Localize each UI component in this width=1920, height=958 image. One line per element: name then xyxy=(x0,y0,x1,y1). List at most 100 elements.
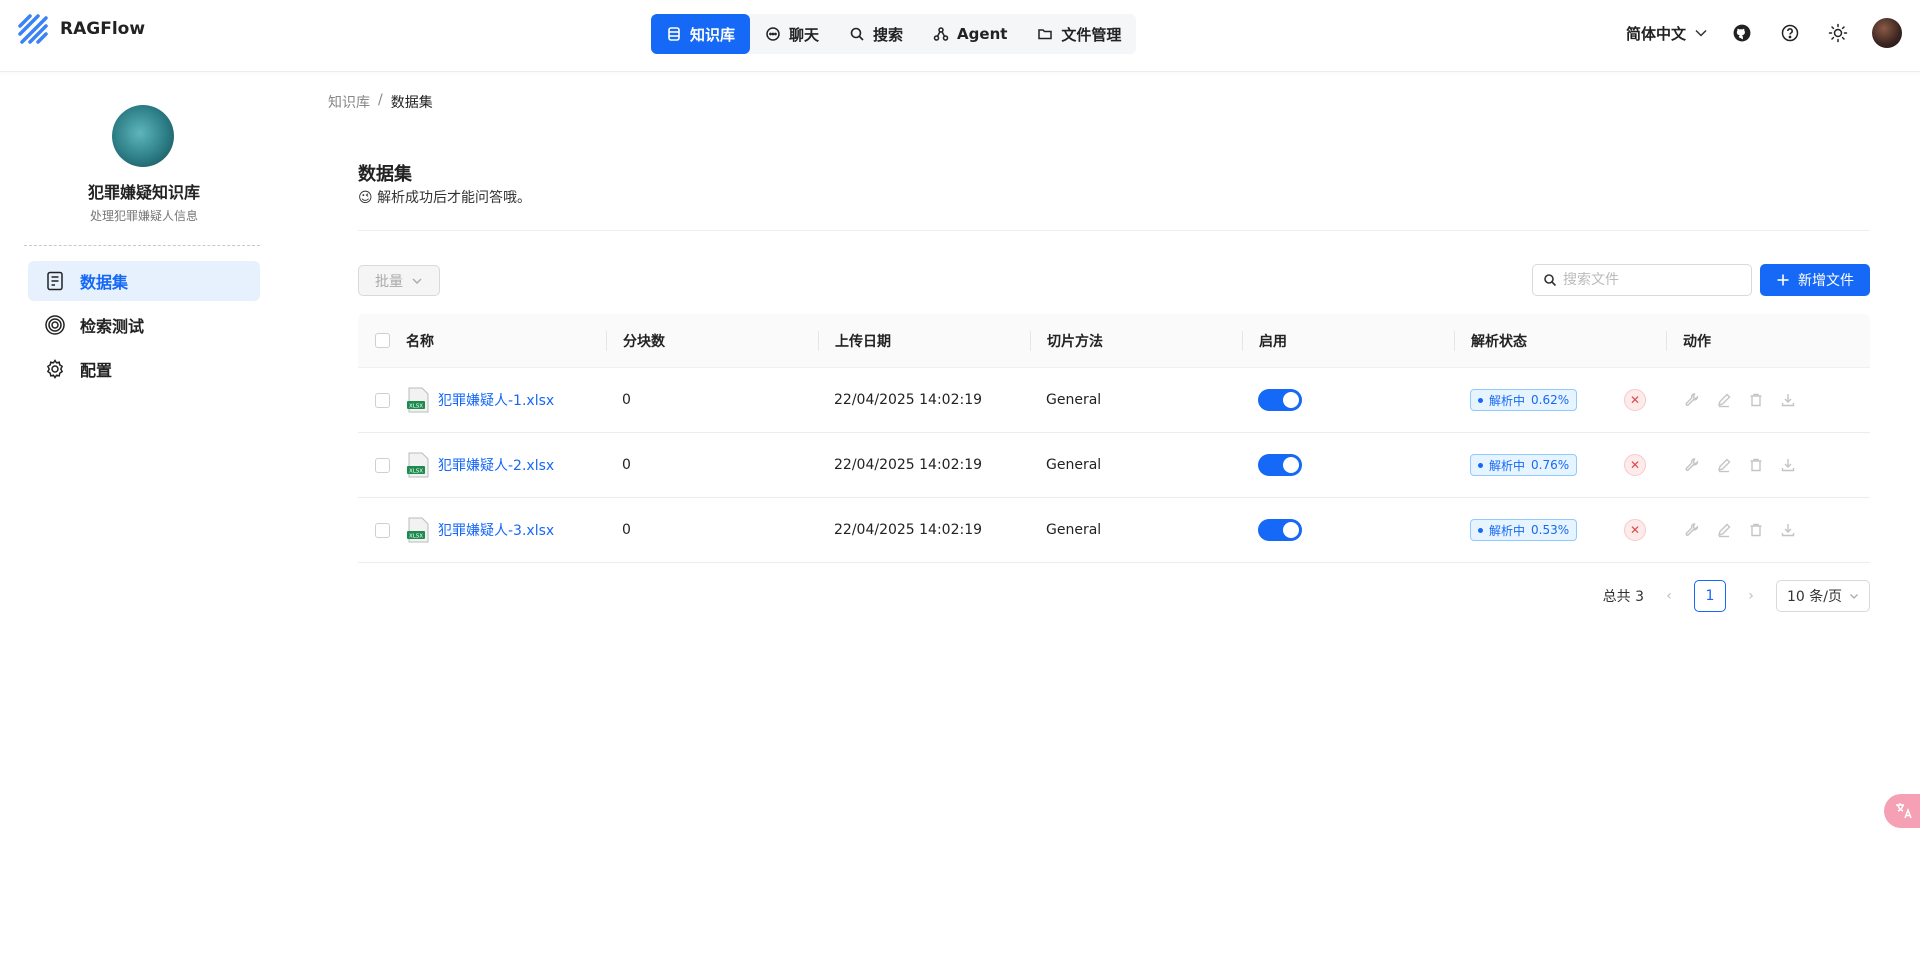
github-icon[interactable] xyxy=(1728,19,1756,47)
file-search-input[interactable] xyxy=(1563,272,1743,288)
svg-text:XLSX: XLSX xyxy=(409,534,423,540)
upload-date: 22/04/2025 14:02:19 xyxy=(834,522,983,538)
breadcrumb-separator: / xyxy=(378,92,383,108)
chevron-down-icon xyxy=(1850,594,1858,599)
nav-label: 文件管理 xyxy=(1061,25,1122,44)
column-header-name[interactable]: 名称 xyxy=(406,331,606,351)
help-icon[interactable] xyxy=(1776,19,1804,47)
column-header-upload-date[interactable]: 上传日期 xyxy=(818,330,1030,351)
page-title: 数据集 xyxy=(358,164,412,185)
edit-icon[interactable] xyxy=(1714,455,1734,475)
wrench-icon[interactable] xyxy=(1682,455,1702,475)
page-subtitle: 😉 解析成功后才能问答哦。 xyxy=(358,187,531,207)
parse-status-badge: 解析中 0.76% xyxy=(1470,454,1578,476)
top-header: RAGFlow 知识库 聊天 搜索 Agent 文件管理 简体中文 xyxy=(0,0,1920,72)
prev-page-icon[interactable]: ‹ xyxy=(1658,588,1680,604)
delete-icon[interactable] xyxy=(1746,520,1766,540)
sidebar-divider xyxy=(24,245,260,246)
pagination: 总共 3 ‹ 1 › 10 条/页 xyxy=(1603,580,1870,612)
nav-file-management[interactable]: 文件管理 xyxy=(1022,14,1136,54)
parse-status-badge: 解析中 0.53% xyxy=(1470,519,1578,541)
chunk-method: General xyxy=(1046,457,1102,473)
page-size-select[interactable]: 10 条/页 xyxy=(1776,580,1870,612)
app-logo[interactable]: RAGFlow xyxy=(16,12,145,46)
row-checkbox[interactable] xyxy=(374,457,390,473)
batch-label: 批量 xyxy=(375,273,403,290)
batch-button[interactable]: 批量 xyxy=(358,265,440,296)
nav-search[interactable]: 搜索 xyxy=(834,14,918,54)
download-icon[interactable] xyxy=(1778,520,1798,540)
nav-label: 搜索 xyxy=(873,25,904,44)
knowledge-base-name: 犯罪嫌疑知识库 xyxy=(87,183,200,202)
user-avatar[interactable] xyxy=(1872,18,1902,48)
upload-date: 22/04/2025 14:02:19 xyxy=(834,392,983,408)
search-icon xyxy=(850,27,864,41)
floating-translate-button[interactable] xyxy=(1884,794,1920,828)
download-icon[interactable] xyxy=(1778,390,1798,410)
column-header-parse-status[interactable]: 解析状态 xyxy=(1454,330,1666,351)
add-file-button[interactable]: 新增文件 xyxy=(1760,264,1870,296)
chunk-count: 0 xyxy=(622,392,631,408)
status-dot-icon xyxy=(1478,397,1483,403)
table-row: XLSX 犯罪嫌疑人-3.xlsx 0 22/04/2025 14:02:19 … xyxy=(358,498,1870,563)
title-divider xyxy=(358,230,1870,231)
cancel-parse-icon[interactable]: ✕ xyxy=(1624,454,1646,476)
sidebar-item-retrieval-test[interactable]: 检索测试 xyxy=(28,305,260,345)
column-header-chunks[interactable]: 分块数 xyxy=(606,330,818,351)
parse-status-text: 解析中 xyxy=(1489,393,1526,408)
enable-toggle[interactable] xyxy=(1258,454,1302,476)
chunk-count: 0 xyxy=(622,457,631,473)
edit-icon[interactable] xyxy=(1714,520,1734,540)
delete-icon[interactable] xyxy=(1746,390,1766,410)
table-header: 名称 分块数 上传日期 切片方法 启用 解析状态 动作 xyxy=(358,314,1870,368)
language-label: 简体中文 xyxy=(1625,24,1686,43)
file-name-link[interactable]: 犯罪嫌疑人-3.xlsx xyxy=(438,520,554,540)
row-checkbox[interactable] xyxy=(374,522,390,538)
column-header-chunk-method[interactable]: 切片方法 xyxy=(1030,330,1242,351)
page-number-button[interactable]: 1 xyxy=(1694,580,1726,612)
document-icon xyxy=(47,271,63,291)
cancel-parse-icon[interactable]: ✕ xyxy=(1624,519,1646,541)
nav-chat[interactable]: 聊天 xyxy=(750,14,834,54)
chat-icon xyxy=(766,27,780,41)
file-name-link[interactable]: 犯罪嫌疑人-1.xlsx xyxy=(438,390,554,410)
row-checkbox[interactable] xyxy=(374,392,390,408)
chunk-method: General xyxy=(1046,522,1102,538)
translate-icon xyxy=(1896,803,1912,819)
wrench-icon[interactable] xyxy=(1682,390,1702,410)
sidebar-item-config[interactable]: 配置 xyxy=(28,349,260,389)
breadcrumb-root[interactable]: 知识库 xyxy=(328,92,370,112)
parse-status-text: 解析中 xyxy=(1489,458,1526,473)
table-row: XLSX 犯罪嫌疑人-1.xlsx 0 22/04/2025 14:02:19 … xyxy=(358,368,1870,433)
nav-knowledge-base[interactable]: 知识库 xyxy=(651,14,751,54)
sidebar-item-dataset[interactable]: 数据集 xyxy=(28,261,260,301)
select-all-checkbox[interactable] xyxy=(374,333,390,348)
knowledge-base-avatar xyxy=(112,105,174,167)
page-size-value: 10 条/页 xyxy=(1787,589,1842,605)
column-header-enabled[interactable]: 启用 xyxy=(1242,330,1454,351)
delete-icon[interactable] xyxy=(1746,455,1766,475)
parse-progress: 0.53% xyxy=(1531,523,1570,537)
language-selector[interactable]: 简体中文 xyxy=(1626,23,1708,44)
svg-text:XLSX: XLSX xyxy=(409,469,423,475)
enable-toggle[interactable] xyxy=(1258,389,1302,411)
documents-table: 名称 分块数 上传日期 切片方法 启用 解析状态 动作 XLSX 犯罪嫌疑人-1… xyxy=(358,314,1870,563)
file-name-link[interactable]: 犯罪嫌疑人-2.xlsx xyxy=(438,455,554,475)
target-icon xyxy=(45,315,65,335)
next-page-icon[interactable]: › xyxy=(1740,588,1762,604)
wrench-icon[interactable] xyxy=(1682,520,1702,540)
cancel-parse-icon[interactable]: ✕ xyxy=(1624,389,1646,411)
download-icon[interactable] xyxy=(1778,455,1798,475)
theme-toggle-sun-icon[interactable] xyxy=(1824,19,1852,47)
header-actions: 简体中文 xyxy=(1626,18,1902,48)
enable-toggle[interactable] xyxy=(1258,519,1302,541)
folder-icon xyxy=(1038,29,1053,40)
app-name: RAGFlow xyxy=(60,19,146,39)
edit-icon[interactable] xyxy=(1714,390,1734,410)
add-file-label: 新增文件 xyxy=(1798,273,1854,289)
nav-label: 聊天 xyxy=(789,25,820,44)
xlsx-file-icon: XLSX xyxy=(407,452,429,478)
nav-agent[interactable]: Agent xyxy=(918,14,1022,54)
database-icon xyxy=(668,27,680,41)
chevron-down-icon xyxy=(412,278,422,284)
